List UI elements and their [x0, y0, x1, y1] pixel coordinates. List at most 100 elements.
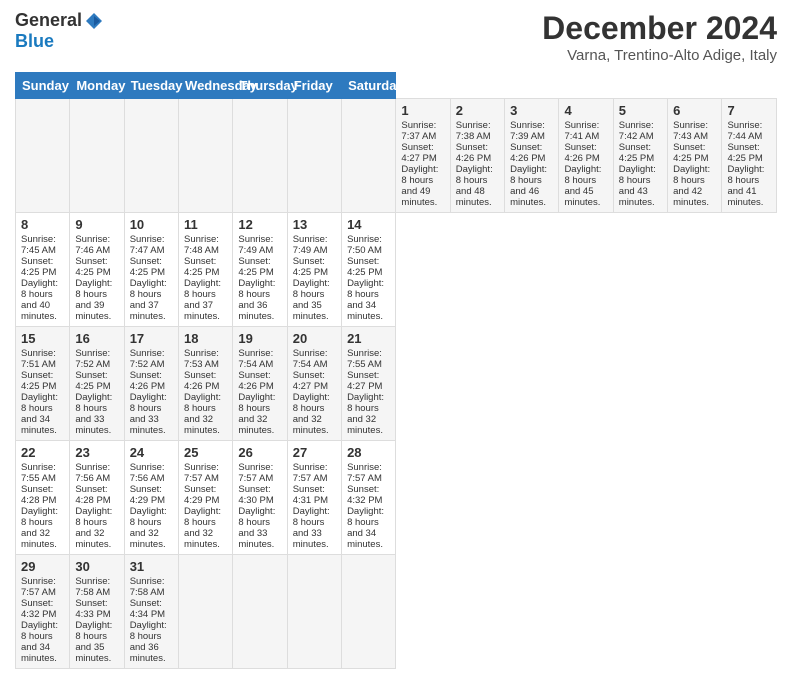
day-number: 31 [130, 559, 173, 574]
sunrise-text: Sunrise: 7:52 AM [130, 348, 165, 370]
sunrise-text: Sunrise: 7:58 AM [75, 576, 110, 598]
daylight-text: Daylight: 8 hours and 34 minutes. [21, 620, 58, 664]
table-row: 10Sunrise: 7:47 AMSunset: 4:25 PMDayligh… [124, 213, 178, 327]
table-row: 1 Sunrise: 7:37 AMSunset: 4:27 PMDaylight… [396, 99, 450, 213]
sunset-text: Sunset: 4:27 PM [347, 370, 382, 392]
col-friday: Friday [287, 73, 341, 99]
title-section: December 2024 Varna, Trentino-Alto Adige… [542, 10, 777, 64]
daylight-text: Daylight: 8 hours and 33 minutes. [75, 392, 112, 436]
sunrise-text: Sunrise: 7:42 AM [619, 120, 654, 142]
daylight-text: Daylight: 8 hours and 35 minutes. [75, 620, 112, 664]
sunrise-text: Sunrise: 7:56 AM [75, 462, 110, 484]
col-saturday: Saturday [342, 73, 396, 99]
table-row: 20Sunrise: 7:54 AMSunset: 4:27 PMDayligh… [287, 327, 341, 441]
sunset-text: Sunset: 4:29 PM [184, 484, 219, 506]
header: General Blue December 2024 Varna, Trenti… [15, 10, 777, 64]
daylight-text: Daylight: 8 hours and 49 minutes. [401, 164, 438, 208]
day-number: 15 [21, 331, 64, 346]
sunset-text: Sunset: 4:32 PM [347, 484, 382, 506]
sunrise-text: Sunrise: 7:51 AM [21, 348, 56, 370]
sunset-text: Sunset: 4:25 PM [293, 256, 328, 278]
calendar-row: 1Sunrise: 7:37 AMSunset: 4:27 PMDaylight… [16, 99, 777, 213]
daylight-text: Daylight: 8 hours and 34 minutes. [21, 392, 58, 436]
daylight-text: Daylight: 8 hours and 33 minutes. [130, 392, 167, 436]
sunset-text: Sunset: 4:27 PM [401, 142, 436, 164]
daylight-text: Daylight: 8 hours and 32 minutes. [130, 506, 167, 550]
sunset-text: Sunset: 4:30 PM [238, 484, 273, 506]
sunrise-text: Sunrise: 7:38 AM [456, 120, 491, 142]
table-row [124, 99, 178, 213]
page: General Blue December 2024 Varna, Trenti… [0, 0, 792, 679]
day-number: 2 [456, 103, 499, 118]
logo-text: General [15, 10, 104, 31]
sunrise-text: Sunrise: 7:37 AM [401, 120, 436, 142]
sunset-text: Sunset: 4:29 PM [130, 484, 165, 506]
logo-blue: Blue [15, 31, 54, 52]
table-row [16, 99, 70, 213]
table-row: 18Sunrise: 7:53 AMSunset: 4:26 PMDayligh… [179, 327, 233, 441]
day-number: 1 [401, 103, 444, 118]
logo-icon [84, 11, 104, 31]
table-row: 3Sunrise: 7:39 AMSunset: 4:26 PMDaylight… [505, 99, 559, 213]
table-row: 12Sunrise: 7:49 AMSunset: 4:25 PMDayligh… [233, 213, 287, 327]
logo: General Blue [15, 10, 104, 52]
day-number: 12 [238, 217, 281, 232]
day-number: 23 [75, 445, 118, 460]
table-row [70, 99, 124, 213]
daylight-text: Daylight: 8 hours and 43 minutes. [619, 164, 656, 208]
day-number: 16 [75, 331, 118, 346]
col-monday: Monday [70, 73, 124, 99]
daylight-text: Daylight: 8 hours and 32 minutes. [21, 506, 58, 550]
daylight-text: Daylight: 8 hours and 32 minutes. [347, 392, 384, 436]
sunrise-text: Sunrise: 7:49 AM [293, 234, 328, 256]
table-row [179, 99, 233, 213]
table-row: 9Sunrise: 7:46 AMSunset: 4:25 PMDaylight… [70, 213, 124, 327]
sunrise-text: Sunrise: 7:58 AM [130, 576, 165, 598]
calendar-row: 15Sunrise: 7:51 AMSunset: 4:25 PMDayligh… [16, 327, 777, 441]
col-tuesday: Tuesday [124, 73, 178, 99]
header-row: Sunday Monday Tuesday Wednesday Thursday… [16, 73, 777, 99]
daylight-text: Daylight: 8 hours and 32 minutes. [75, 506, 112, 550]
sunset-text: Sunset: 4:28 PM [75, 484, 110, 506]
table-row: 21Sunrise: 7:55 AMSunset: 4:27 PMDayligh… [342, 327, 396, 441]
table-row: 7Sunrise: 7:44 AMSunset: 4:25 PMDaylight… [722, 99, 777, 213]
sunset-text: Sunset: 4:25 PM [184, 256, 219, 278]
sunrise-text: Sunrise: 7:54 AM [293, 348, 328, 370]
table-row [342, 99, 396, 213]
table-row: 28Sunrise: 7:57 AMSunset: 4:32 PMDayligh… [342, 441, 396, 555]
sunrise-text: Sunrise: 7:46 AM [75, 234, 110, 256]
daylight-text: Daylight: 8 hours and 35 minutes. [293, 278, 330, 322]
day-number: 19 [238, 331, 281, 346]
sunset-text: Sunset: 4:26 PM [184, 370, 219, 392]
daylight-text: Daylight: 8 hours and 45 minutes. [564, 164, 601, 208]
daylight-text: Daylight: 8 hours and 32 minutes. [184, 506, 221, 550]
daylight-text: Daylight: 8 hours and 36 minutes. [130, 620, 167, 664]
sunrise-text: Sunrise: 7:55 AM [347, 348, 382, 370]
daylight-text: Daylight: 8 hours and 41 minutes. [727, 164, 764, 208]
location-title: Varna, Trentino-Alto Adige, Italy [542, 47, 777, 64]
sunset-text: Sunset: 4:33 PM [75, 598, 110, 620]
day-number: 6 [673, 103, 716, 118]
sunset-text: Sunset: 4:26 PM [456, 142, 491, 164]
table-row: 8Sunrise: 7:45 AMSunset: 4:25 PMDaylight… [16, 213, 70, 327]
sunrise-text: Sunrise: 7:56 AM [130, 462, 165, 484]
sunrise-text: Sunrise: 7:54 AM [238, 348, 273, 370]
sunset-text: Sunset: 4:25 PM [75, 370, 110, 392]
sunrise-text: Sunrise: 7:55 AM [21, 462, 56, 484]
sunrise-text: Sunrise: 7:47 AM [130, 234, 165, 256]
col-sunday: Sunday [16, 73, 70, 99]
sunrise-text: Sunrise: 7:50 AM [347, 234, 382, 256]
daylight-text: Daylight: 8 hours and 46 minutes. [510, 164, 547, 208]
day-number: 20 [293, 331, 336, 346]
sunrise-text: Sunrise: 7:48 AM [184, 234, 219, 256]
sunset-text: Sunset: 4:26 PM [510, 142, 545, 164]
table-row: 24 Sunrise: 7:56 AMSunset: 4:29 PMDayligh… [124, 441, 178, 555]
day-number: 24 [130, 445, 173, 460]
table-row: 2Sunrise: 7:38 AMSunset: 4:26 PMDaylight… [450, 99, 504, 213]
sunset-text: Sunset: 4:25 PM [347, 256, 382, 278]
sunset-text: Sunset: 4:27 PM [293, 370, 328, 392]
sunset-text: Sunset: 4:31 PM [293, 484, 328, 506]
day-number: 27 [293, 445, 336, 460]
table-row: 26Sunrise: 7:57 AMSunset: 4:30 PMDayligh… [233, 441, 287, 555]
sunset-text: Sunset: 4:25 PM [727, 142, 762, 164]
